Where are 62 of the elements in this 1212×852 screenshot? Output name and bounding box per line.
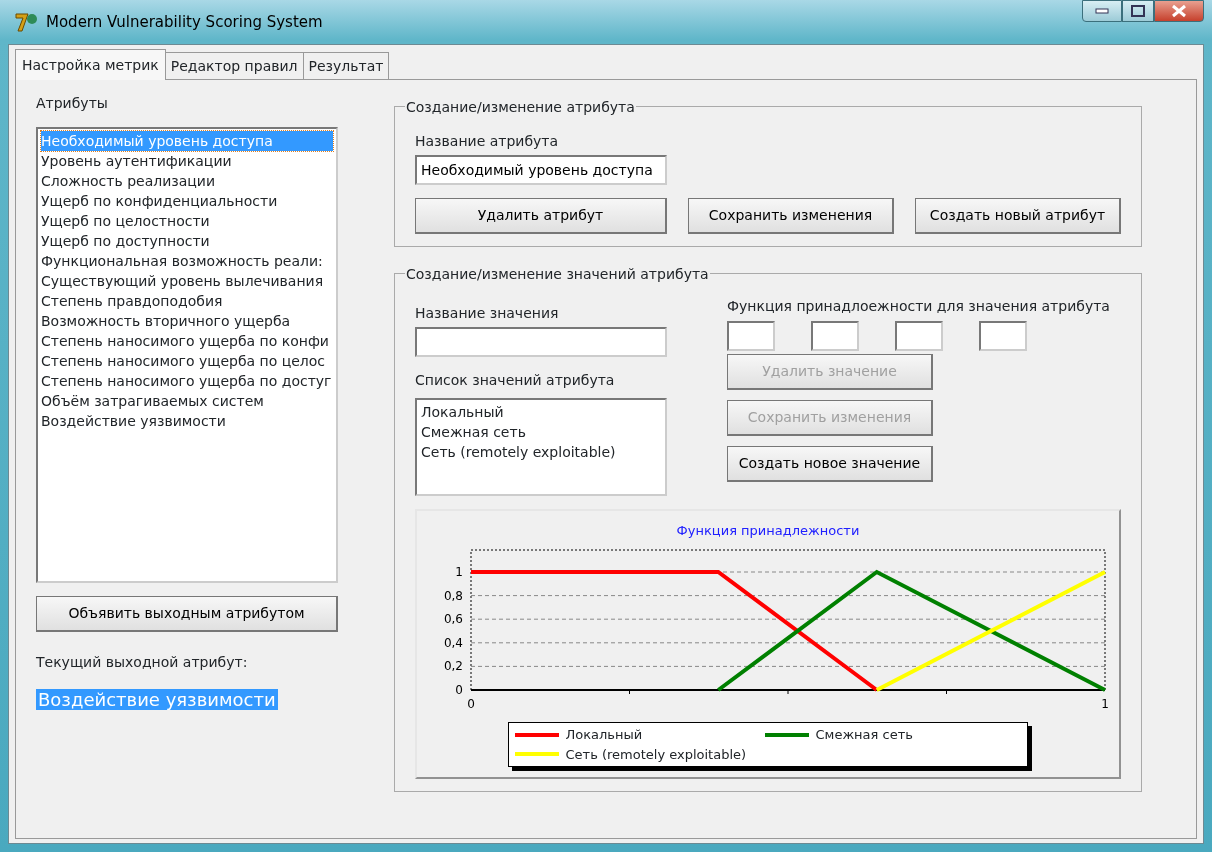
tab[interactable]: Результат — [302, 52, 390, 80]
membership-field[interactable] — [727, 320, 775, 351]
membership-field[interactable] — [811, 320, 859, 351]
chart-title: Функция принадлежности — [675, 521, 861, 540]
list-item[interactable]: Сложность реализации — [41, 171, 333, 192]
maximize-icon — [1131, 5, 1145, 17]
set-output-button[interactable]: Объявить выходным атрибутом — [36, 596, 338, 633]
list-item[interactable]: Ущерб по доступности — [41, 231, 333, 252]
list-item[interactable]: Ущерб по конфиденциальности — [41, 191, 333, 212]
close-button[interactable] — [1154, 0, 1204, 22]
legend-swatch — [515, 752, 559, 757]
x-tick-label: 0 — [467, 697, 475, 711]
legend-swatch — [765, 732, 809, 737]
list-item[interactable]: Возможность вторичного ущерба — [41, 311, 333, 332]
legend-label: Сеть (remotely exploitable) — [565, 745, 747, 764]
list-item[interactable]: Локальный — [421, 401, 662, 422]
values-list[interactable]: Локальный Смежная сеть Сеть (remotely exploitable) — [415, 397, 667, 496]
current-output-value: Воздействие уязвимости — [36, 688, 278, 710]
minimize-button[interactable] — [1082, 0, 1122, 22]
minimize-icon — [1095, 8, 1109, 14]
list-item[interactable]: Смежная сеть — [421, 421, 662, 442]
x-tick-label: 1 — [1101, 697, 1109, 711]
list-item[interactable]: Степень наносимого ущерба по достуг — [41, 371, 333, 392]
list-item[interactable]: Ущерб по целостности — [41, 211, 333, 232]
y-tick-label: 0,2 — [443, 659, 463, 674]
button[interactable]: Создать новое значение — [727, 445, 933, 482]
window-title: Modern Vulnerability Scoring System — [46, 11, 323, 33]
list-item[interactable]: Воздействие уязвимости — [41, 411, 333, 432]
legend-swatch — [515, 732, 559, 737]
y-tick-label: 0,6 — [443, 612, 463, 627]
close-icon — [1171, 4, 1187, 18]
y-tick-label: 0,8 — [443, 588, 463, 603]
list-item[interactable]: Степень правдоподобия — [41, 291, 333, 312]
list-label: Список значений атрибута — [415, 371, 616, 390]
value-name-field[interactable] — [415, 327, 667, 357]
y-tick-label: 1 — [455, 565, 463, 579]
membership-field[interactable] — [979, 320, 1027, 351]
field-label: Название атрибута — [415, 132, 560, 151]
legend-label: Локальный — [565, 726, 643, 744]
button[interactable]: Создать новый атрибут — [915, 198, 1121, 235]
list-item[interactable]: Существующий уровень вылечивания — [41, 271, 333, 292]
y-tick-label: 0 — [455, 683, 463, 697]
field-label: Название значения — [415, 303, 560, 323]
y-tick-label: 0,4 — [443, 635, 463, 650]
current-output-label: Текущий выходной атрибут: — [36, 652, 249, 672]
tab[interactable]: Настройка метрик — [15, 49, 166, 80]
list-item[interactable]: Степень наносимого ущерба по конфи — [41, 331, 333, 352]
legend-label: Смежная сеть — [815, 726, 913, 744]
button[interactable]: Сохранить изменения — [688, 198, 894, 235]
list-item[interactable]: Объём затрагиваемых систем — [41, 391, 333, 412]
list-item[interactable]: Степень наносимого ущерба по целос — [41, 351, 333, 372]
button[interactable]: Удалить атрибут — [415, 198, 667, 235]
list-item[interactable]: Функциональная возможность реали: — [41, 251, 333, 272]
membership-field[interactable] — [895, 320, 943, 351]
list-item[interactable]: Сеть (remotely exploitable) — [421, 441, 662, 462]
attributes-list[interactable] — [36, 127, 338, 584]
attribute-name-field[interactable]: Необходимый уровень доступа — [415, 155, 667, 186]
app-icon — [14, 11, 38, 33]
attributes-label: Атрибуты — [36, 94, 109, 114]
field-label: Функция принадлоежности для значения атрибута — [727, 297, 1110, 317]
list-item[interactable]: Уровень аутентификации — [41, 151, 333, 172]
maximize-button[interactable] — [1122, 0, 1154, 22]
